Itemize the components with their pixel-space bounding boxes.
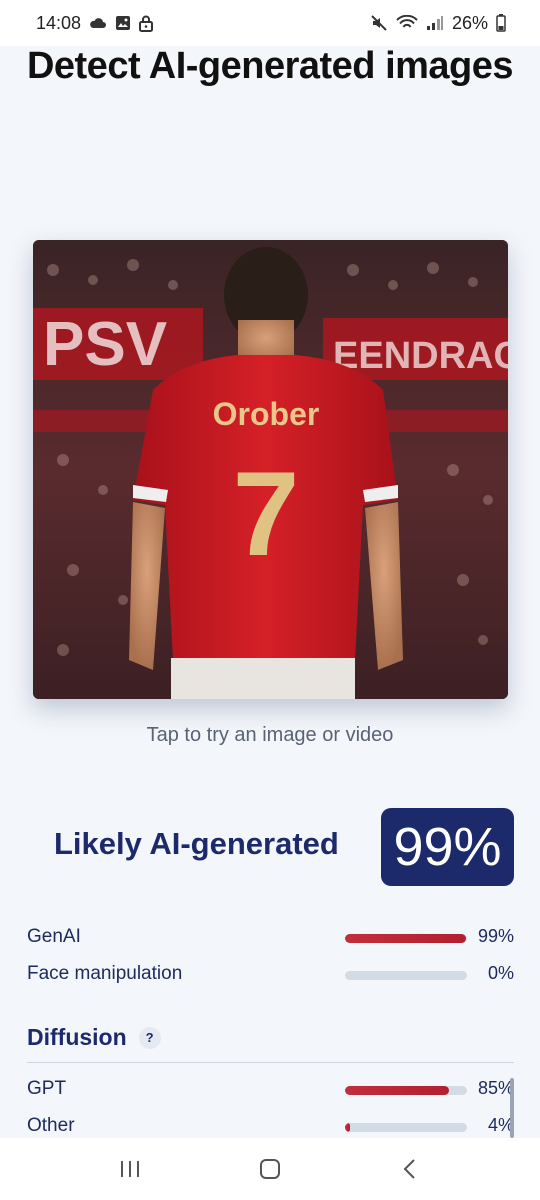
section-divider	[27, 1062, 514, 1063]
diffusion-row-gpt: GPT 85%	[27, 1074, 514, 1104]
verdict-score-badge: 99%	[381, 808, 514, 886]
football-player-image: PSV EENDRACHT Orober 7	[33, 240, 508, 699]
metric-label: Face manipulation	[27, 963, 183, 984]
jersey-name: Orober	[213, 396, 320, 432]
diffusion-value: 4%	[487, 1115, 514, 1135]
help-icon[interactable]: ?	[138, 1026, 161, 1049]
page-title: Detect AI-generated images	[26, 45, 514, 87]
diffusion-bar-fill	[345, 1123, 350, 1132]
metric-bar	[345, 971, 467, 980]
recent-apps-icon[interactable]	[100, 1149, 160, 1189]
diffusion-bar	[345, 1086, 467, 1095]
status-left: 14:08	[36, 12, 154, 34]
sample-image[interactable]: PSV EENDRACHT Orober 7	[33, 240, 508, 699]
wifi-icon	[396, 15, 418, 31]
metric-value: 99%	[477, 926, 514, 946]
status-bar: 14:08 26%	[0, 0, 540, 46]
metric-row-genai: GenAI 99%	[27, 922, 514, 952]
battery-icon	[496, 14, 506, 32]
battery-percent: 26%	[451, 12, 488, 33]
jersey-number: 7	[233, 447, 300, 581]
navigation-bar	[0, 1138, 540, 1200]
status-right: 26%	[370, 13, 506, 34]
gallery-icon	[115, 15, 131, 31]
diffusion-bar	[345, 1123, 467, 1132]
metric-value: 0%	[487, 963, 514, 983]
diffusion-title: Diffusion	[27, 1024, 127, 1050]
banner-right-text: EENDRACHT	[333, 335, 508, 377]
diffusion-label: Other	[27, 1115, 75, 1136]
diffusion-row-other: Other 4%	[27, 1111, 514, 1141]
home-icon[interactable]	[240, 1149, 300, 1189]
banner-left-text: PSV	[43, 310, 167, 379]
diffusion-value: 85%	[477, 1078, 514, 1098]
verdict-label: Likely AI-generated	[54, 826, 339, 861]
scrollbar[interactable]	[510, 1078, 514, 1138]
status-time: 14:08	[36, 12, 82, 33]
tap-hint[interactable]: Tap to try an image or video	[0, 724, 540, 747]
diffusion-section-title: Diffusion ?	[27, 1024, 161, 1051]
metric-row-face-manipulation: Face manipulation 0%	[27, 959, 514, 989]
metric-bar	[345, 934, 467, 943]
back-icon[interactable]	[380, 1149, 440, 1189]
diffusion-bar-fill	[345, 1086, 449, 1095]
mute-icon	[370, 14, 388, 32]
diffusion-label: GPT	[27, 1078, 67, 1099]
signal-icon	[426, 15, 444, 31]
cloud-icon	[89, 16, 107, 30]
metric-label: GenAI	[27, 926, 81, 947]
lock-icon	[139, 15, 154, 32]
metric-bar-fill	[345, 934, 466, 943]
